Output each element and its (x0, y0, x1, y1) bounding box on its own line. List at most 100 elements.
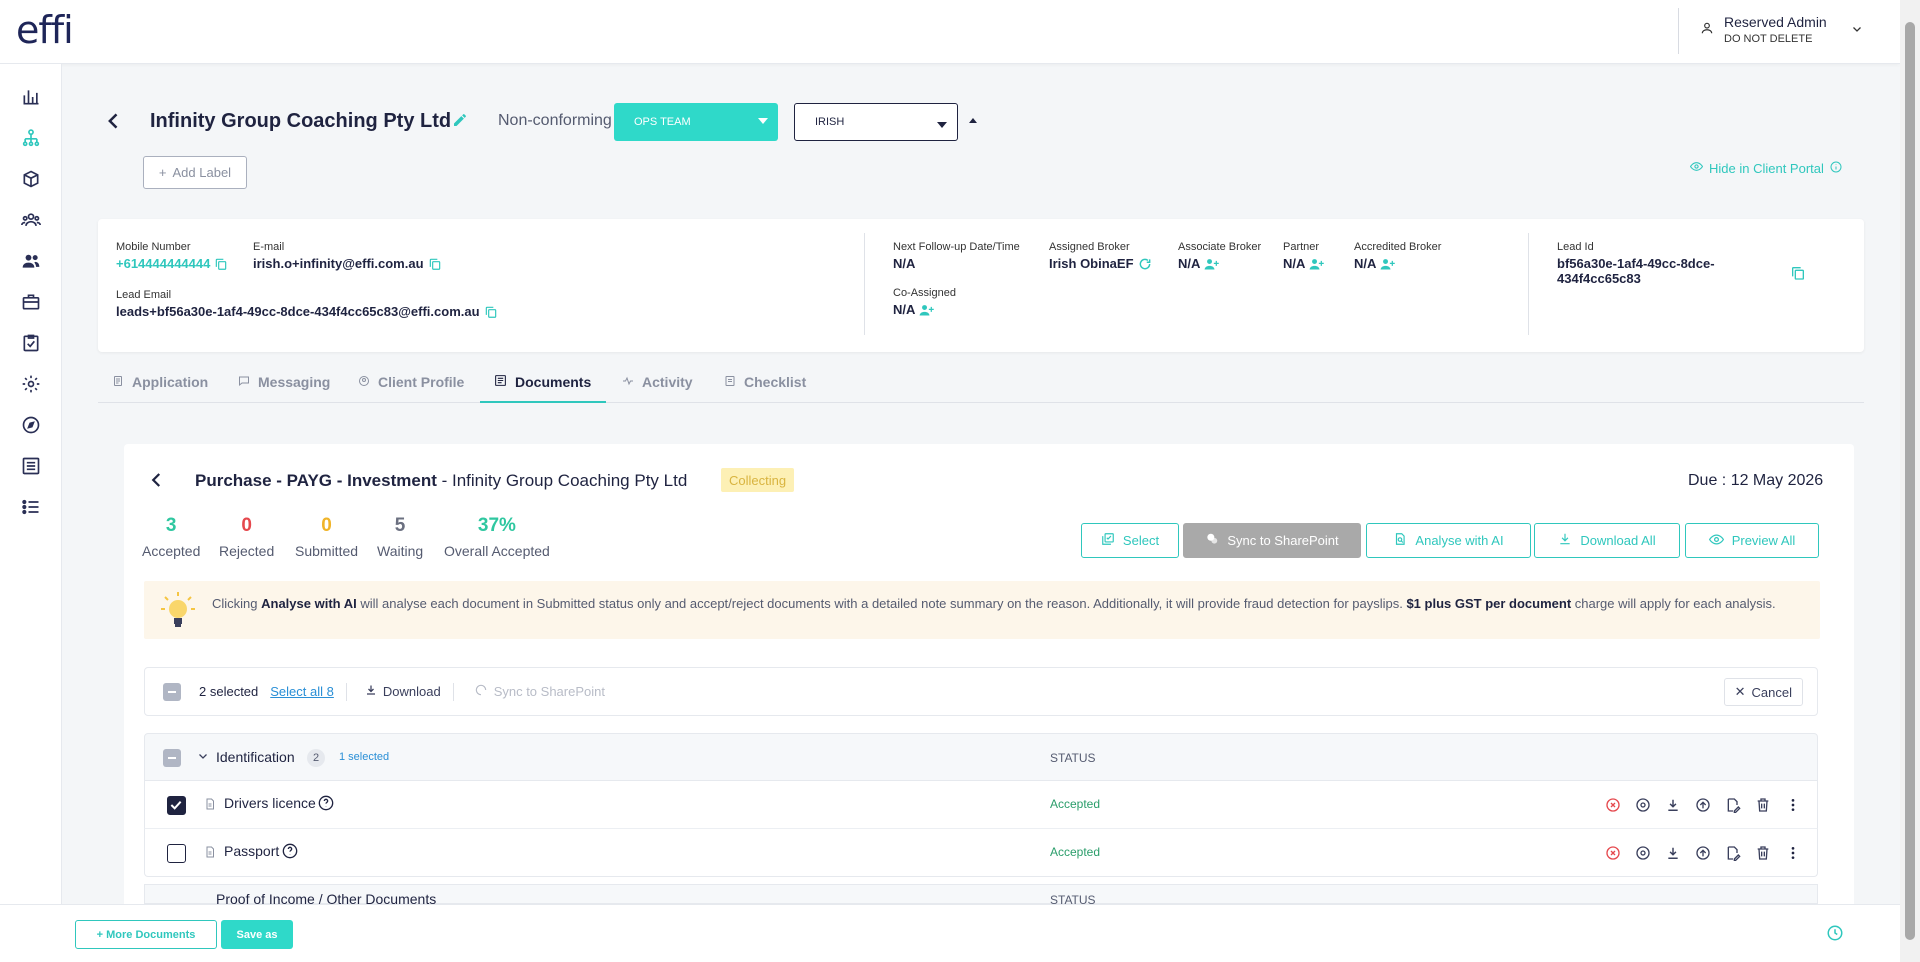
hierarchy-icon[interactable] (20, 127, 42, 149)
copy-icon[interactable] (214, 257, 228, 271)
select-all-link[interactable]: Select all 8 (270, 684, 334, 699)
mobile-value[interactable]: +614444444444 (116, 256, 210, 271)
tab-activity[interactable]: Activity (622, 374, 693, 390)
edit-document-icon[interactable] (1723, 843, 1743, 863)
caret-down-icon (758, 118, 768, 124)
help-icon[interactable] (318, 795, 334, 814)
group-checkbox[interactable] (163, 749, 181, 767)
stat-overall-accepted: 37% Overall Accepted (444, 515, 550, 559)
user-subtitle: DO NOT DELETE (1724, 33, 1813, 45)
page-title: Infinity Group Coaching Pty Ltd (150, 110, 452, 132)
application-type: Purchase - PAYG - Investment (195, 471, 437, 490)
tab-client-profile[interactable]: Client Profile (358, 374, 464, 390)
tab-documents[interactable]: Documents (494, 374, 591, 390)
box-icon[interactable] (20, 168, 42, 190)
row-checkbox[interactable] (167, 796, 186, 815)
download-icon (1558, 532, 1572, 549)
select-all-checkbox[interactable] (163, 682, 181, 701)
assigned-broker-field: Assigned Broker Irish ObinaEF (1049, 241, 1152, 271)
user-menu[interactable]: Reserved Admin DO NOT DELETE (1700, 14, 1863, 45)
briefcase-icon[interactable] (20, 291, 42, 313)
users-icon[interactable] (20, 250, 42, 272)
document-row[interactable]: Drivers licence Accepted (144, 781, 1818, 829)
trash-icon[interactable] (1753, 843, 1773, 863)
dashboard-icon[interactable] (20, 86, 42, 108)
hide-in-client-portal-link[interactable]: Hide in Client Portal (1689, 160, 1842, 176)
sync-selected-button[interactable]: Sync to SharePoint (474, 683, 605, 700)
stat-number: 0 (241, 515, 252, 536)
list-alt-icon[interactable] (20, 455, 42, 477)
coassigned-field: Co-Assigned N/A (893, 287, 956, 317)
row-checkbox[interactable] (167, 844, 186, 863)
tab-label: Activity (642, 374, 693, 390)
team-icon[interactable] (20, 209, 42, 231)
reject-icon[interactable] (1603, 843, 1623, 863)
back-button[interactable] (148, 470, 166, 493)
app-logo[interactable]: effi (16, 8, 74, 52)
pencil-icon[interactable] (452, 112, 468, 131)
tab-checklist[interactable]: Checklist (724, 374, 806, 390)
clipboard-check-icon[interactable] (20, 332, 42, 354)
download-icon[interactable] (1663, 843, 1683, 863)
caret-up-icon[interactable] (969, 118, 977, 123)
download-label: Download (382, 684, 441, 699)
add-label-button[interactable]: + Add Label (143, 156, 247, 189)
more-vertical-icon[interactable] (1783, 795, 1803, 815)
analyse-ai-button[interactable]: Analyse with AI (1366, 523, 1531, 558)
trash-icon[interactable] (1753, 795, 1773, 815)
save-as-button[interactable]: Save as (221, 920, 293, 949)
history-icon[interactable] (1826, 924, 1844, 945)
followup-field: Next Follow-up Date/Time N/A (893, 241, 1020, 271)
mobile-field: Mobile Number +614444444444 (116, 241, 228, 271)
document-group-header: Identification 2 1 selected STATUS (144, 733, 1818, 781)
settings-icon[interactable] (20, 373, 42, 395)
more-documents-button[interactable]: + More Documents (75, 920, 217, 949)
stat-waiting: 5 Waiting (377, 515, 423, 559)
tab-application[interactable]: Application (112, 374, 208, 390)
assignee-select[interactable]: IRISH (794, 103, 958, 141)
download-icon[interactable] (1663, 795, 1683, 815)
add-person-icon[interactable] (919, 303, 935, 317)
copy-icon[interactable] (1790, 265, 1806, 281)
reject-icon[interactable] (1603, 795, 1623, 815)
preview-all-button[interactable]: Preview All (1685, 523, 1819, 558)
download-all-button[interactable]: Download All (1534, 523, 1680, 558)
analyse-label: Analyse with AI (1415, 533, 1504, 548)
compass-icon[interactable] (20, 414, 42, 436)
list-icon[interactable] (20, 496, 42, 518)
eye-icon[interactable] (1633, 795, 1653, 815)
eye-icon[interactable] (1633, 843, 1653, 863)
upload-icon[interactable] (1693, 795, 1713, 815)
team-select-value: OPS TEAM (634, 116, 691, 128)
scrollbar[interactable] (1900, 0, 1920, 962)
copy-icon[interactable] (428, 257, 442, 271)
add-person-icon[interactable] (1204, 257, 1220, 271)
chevron-down-icon[interactable] (197, 749, 209, 765)
copy-icon[interactable] (484, 305, 498, 319)
coassigned-label: Co-Assigned (893, 287, 956, 299)
document-name: Drivers licence (224, 795, 316, 811)
user-icon (1700, 21, 1714, 38)
scrollbar-thumb[interactable] (1905, 22, 1915, 940)
sync-label: Sync to SharePoint (493, 684, 605, 699)
add-person-icon[interactable] (1380, 257, 1396, 271)
stat-accepted: 3 Accepted (142, 515, 200, 559)
download-selected-button[interactable]: Download (365, 684, 441, 699)
divider (1678, 8, 1679, 54)
partner-value: N/A (1283, 256, 1306, 271)
sync-sharepoint-button[interactable]: Sync to SharePoint (1183, 523, 1361, 558)
more-vertical-icon[interactable] (1783, 843, 1803, 863)
document-row[interactable]: Passport Accepted (144, 829, 1818, 877)
select-button[interactable]: Select (1081, 523, 1179, 558)
add-person-icon[interactable] (1309, 257, 1325, 271)
tab-messaging[interactable]: Messaging (238, 374, 330, 390)
team-select[interactable]: OPS TEAM (614, 103, 778, 141)
cancel-button[interactable]: ✕ Cancel (1723, 678, 1803, 706)
stat-number: 3 (165, 515, 177, 536)
refresh-icon[interactable] (1138, 257, 1152, 271)
upload-icon[interactable] (1693, 843, 1713, 863)
edit-document-icon[interactable] (1723, 795, 1743, 815)
help-icon[interactable] (282, 843, 298, 862)
back-button[interactable] (104, 110, 124, 134)
lead-id-value-1: bf56a30e-1af4-49cc-8dce- (1557, 256, 1715, 271)
